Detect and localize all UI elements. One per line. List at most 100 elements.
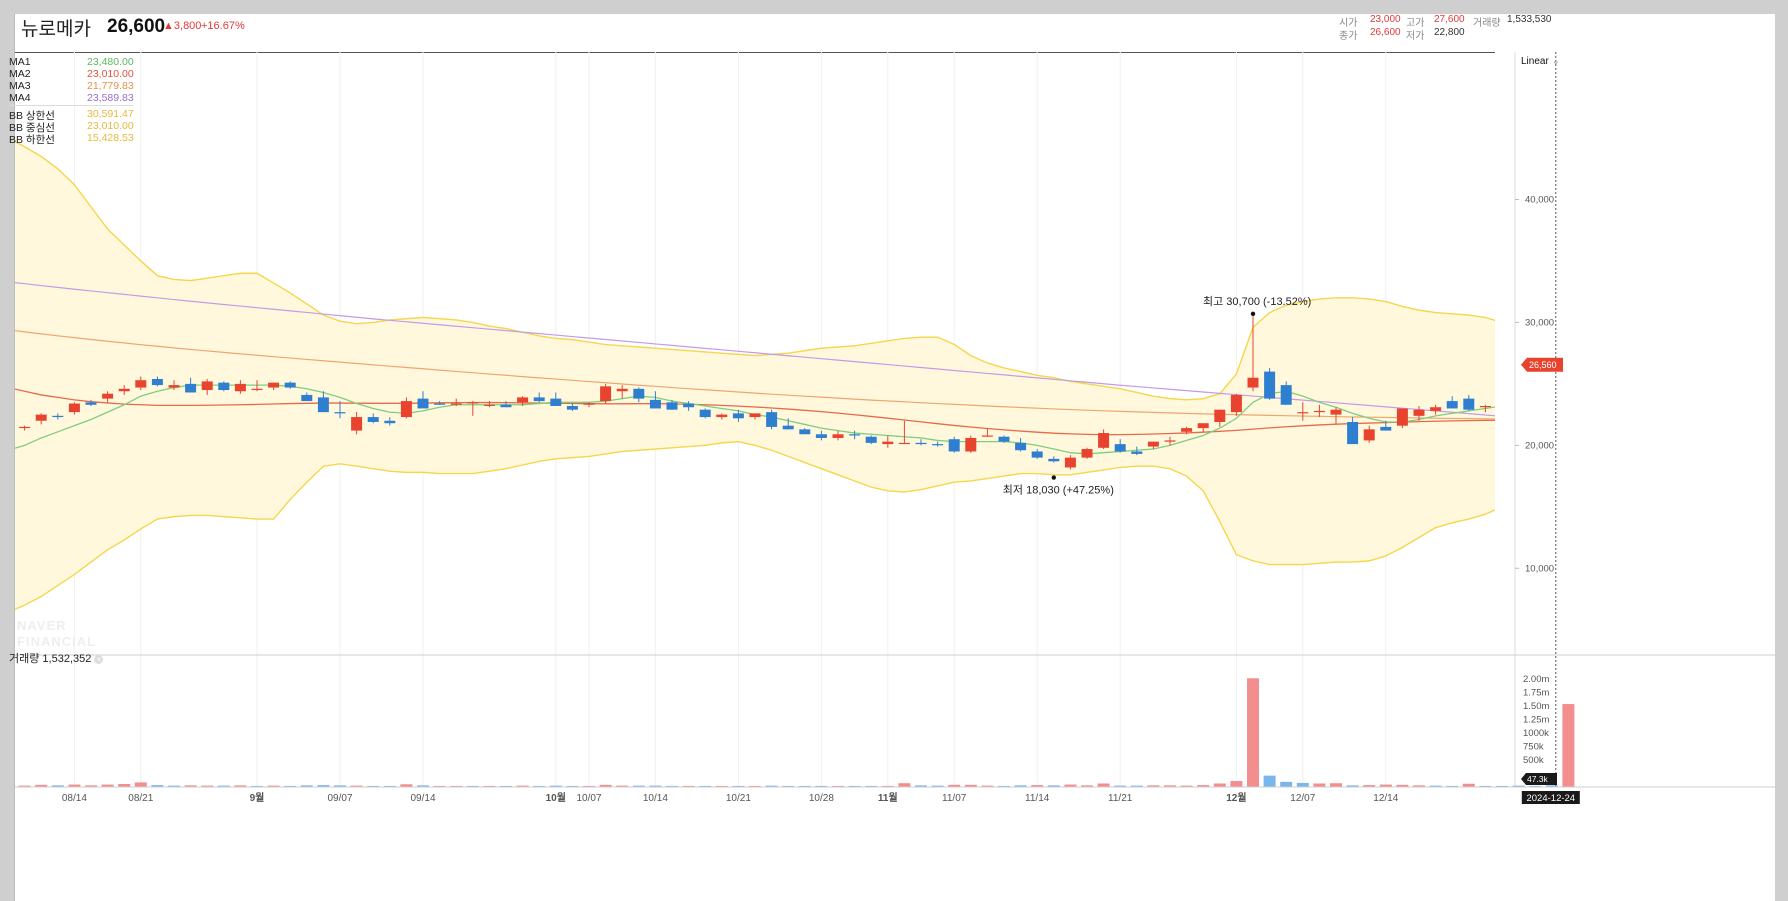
volume-tick-label: 1.50m xyxy=(1523,701,1549,712)
stock-price: 26,600 xyxy=(107,16,166,37)
candle-body xyxy=(1413,409,1425,416)
candle-body xyxy=(633,388,645,399)
candle-body xyxy=(185,383,197,393)
candle-body xyxy=(832,434,844,438)
volume-tick-label: 750k xyxy=(1523,741,1544,752)
candle-body xyxy=(483,404,495,406)
candle-body xyxy=(882,441,894,445)
volume-bar xyxy=(1097,783,1110,787)
candle-body xyxy=(118,388,130,392)
chevron-down-icon: ⌄ xyxy=(1551,56,1560,67)
candle-body xyxy=(1031,451,1043,458)
candle-body xyxy=(417,398,429,409)
x-tick-label: 9월 xyxy=(250,792,265,804)
candle-body xyxy=(517,397,529,403)
candle-body xyxy=(1247,377,1259,388)
volume-label: 거래량 xyxy=(1473,18,1501,29)
candle-body xyxy=(68,403,80,413)
legend-label: MA1 xyxy=(9,56,31,68)
legend-row: BB 상한선 30,591.47 xyxy=(9,108,139,122)
volume-value: 1,533,530 xyxy=(1507,14,1552,25)
legend-label: MA4 xyxy=(9,92,31,104)
x-tick-label: 08/21 xyxy=(128,793,153,804)
legend-label: MA3 xyxy=(9,80,31,92)
watermark-text: FINANCIAL xyxy=(17,634,96,649)
bollinger-band-area xyxy=(15,141,1569,610)
volume-bar xyxy=(1213,783,1226,787)
volume-tick-label: 1.75m xyxy=(1523,687,1549,698)
candle-body xyxy=(799,429,811,435)
current-price-tag: 26,560 xyxy=(1529,360,1557,370)
candle-body xyxy=(600,386,612,402)
up-triangle-icon: ▲ xyxy=(163,20,174,32)
x-tick-label: 12/07 xyxy=(1290,793,1315,804)
candle-body xyxy=(1297,412,1309,414)
legend-value: 21,779.83 xyxy=(87,80,134,92)
candle-body xyxy=(1347,421,1359,445)
close-icon[interactable]: × xyxy=(94,655,104,664)
candle-body xyxy=(1114,444,1126,452)
annotation-label: 최고 30,700 (-13.52%) xyxy=(1203,295,1311,308)
candle-body xyxy=(1197,423,1209,429)
candle-body xyxy=(35,414,47,421)
candle-body xyxy=(1015,442,1027,451)
price-change-percent: +16.67% xyxy=(201,20,245,32)
candle-body xyxy=(1081,449,1093,458)
volume-bar xyxy=(1330,783,1342,787)
candle-body xyxy=(981,435,993,437)
volume-bar xyxy=(1247,678,1259,787)
stock-header: 뉴로메카 26,600 ▲3,800 +16.67% 시가 23,000 고가 … xyxy=(15,14,1775,53)
candle-body xyxy=(699,409,711,418)
candle-body xyxy=(384,420,396,424)
candle-body xyxy=(666,402,678,410)
legend-label: MA2 xyxy=(9,68,31,80)
candle-body xyxy=(334,412,346,414)
candle-body xyxy=(815,434,827,438)
candle-body xyxy=(367,417,379,422)
candle-body xyxy=(948,439,960,452)
volume-bar xyxy=(1263,775,1276,787)
x-tick-label: 11/14 xyxy=(1025,793,1050,804)
candle-body xyxy=(201,381,213,391)
candle-body xyxy=(19,426,31,429)
y-tick-label: 40,000 xyxy=(1525,195,1554,206)
candle-body xyxy=(234,383,246,392)
candle-body xyxy=(965,437,977,452)
candle-body xyxy=(915,442,927,445)
candle-body xyxy=(400,401,412,418)
stock-name: 뉴로메카 xyxy=(21,19,91,40)
candle-body xyxy=(102,393,114,399)
candle-body xyxy=(1147,441,1159,447)
candle-body xyxy=(1131,451,1143,454)
watermark-text: NAVER xyxy=(17,618,67,633)
candle-body xyxy=(1064,457,1076,468)
candle-body xyxy=(1230,394,1242,413)
candle-body xyxy=(1181,428,1193,432)
y-tick-label: 20,000 xyxy=(1525,440,1554,451)
candle-body xyxy=(649,399,661,409)
candle-body xyxy=(1264,371,1276,399)
price-chart[interactable]: NAVERFINANCIAL 최고 30,700 (-13.52%) 최저 18,0… xyxy=(15,52,1775,901)
price-change: ▲3,800 xyxy=(163,20,202,32)
candle-body xyxy=(1363,429,1375,441)
x-tick-label: 10/07 xyxy=(576,793,601,804)
high-value: 27,600 xyxy=(1434,14,1465,25)
volume-bar xyxy=(898,783,911,787)
legend-row: BB 중심선 23,010.00 xyxy=(9,120,139,134)
candle-body xyxy=(301,394,313,402)
candle-body xyxy=(351,417,363,431)
candle-body xyxy=(683,403,695,408)
volume-bar xyxy=(1313,783,1326,787)
candle-body xyxy=(1380,426,1392,431)
annotation-dot xyxy=(1250,311,1256,317)
candle-body xyxy=(500,404,512,408)
candle-body xyxy=(1214,409,1226,422)
legend-value: 23,010.00 xyxy=(87,68,134,80)
candle-body xyxy=(284,382,296,388)
x-tick-label: 09/14 xyxy=(410,793,435,804)
annotation-dot xyxy=(1051,475,1057,480)
scale-toggle-button[interactable]: Linear ⌄ xyxy=(1521,56,1560,67)
x-tick-label: 10/28 xyxy=(809,793,834,804)
candle-body xyxy=(865,436,877,443)
candle-body xyxy=(749,413,761,418)
